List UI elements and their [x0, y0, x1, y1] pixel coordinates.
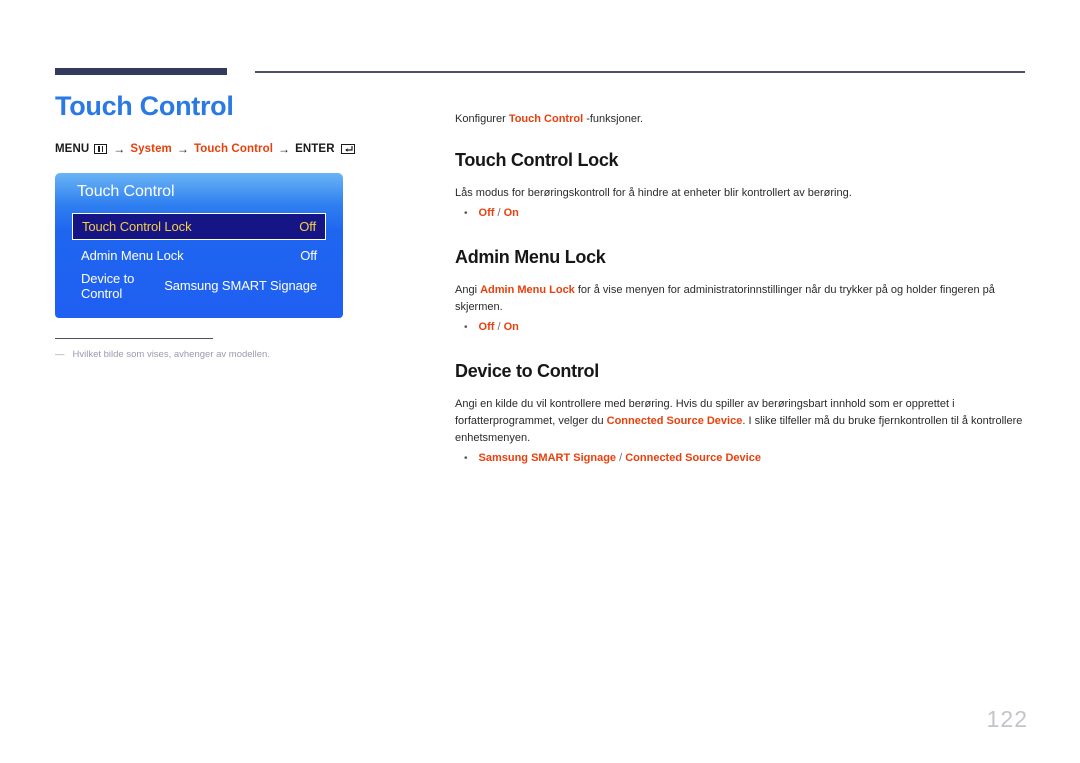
bullet-dot-icon: •: [464, 452, 468, 464]
bullet-separator: /: [494, 206, 504, 219]
body-emphasis: Connected Source Device: [606, 414, 743, 427]
footnote: ― Hvilket bilde som vises, avhenger av m…: [55, 348, 415, 361]
bullet-option-second: Connected Source Device: [625, 451, 761, 464]
menu-path-menu-label: MENU: [55, 142, 90, 155]
page-title: Touch Control: [55, 91, 234, 121]
header-rule-thin: [255, 71, 1025, 73]
osd-row-label: Touch Control Lock: [82, 218, 192, 234]
intro-paragraph: Konfigurer Touch Control -funksjoner.: [455, 111, 1027, 128]
body-emphasis: Admin Menu Lock: [480, 283, 575, 296]
enter-icon: [340, 143, 355, 154]
menu-path-arrow-2: →: [176, 141, 189, 156]
section-heading-touch-control-lock: Touch Control Lock: [455, 149, 619, 170]
intro-after: -funksjoner.: [583, 113, 644, 125]
section-heading-admin-menu-lock: Admin Menu Lock: [455, 246, 606, 267]
bullet-option-first: Samsung SMART Signage: [478, 451, 617, 464]
menu-path-enter-label: ENTER: [295, 142, 335, 155]
menu-path-breadcrumb: MENU → System → Touch Control → ENTER: [55, 142, 415, 156]
osd-row-admin-menu-lock[interactable]: Admin Menu Lock Off: [72, 244, 326, 268]
bullet-option-first: Off: [478, 206, 495, 219]
bullet-options: Samsung SMART Signage / Connected Source…: [479, 452, 761, 466]
bullet-separator: /: [494, 320, 504, 333]
intro-before: Konfigurer: [455, 113, 509, 125]
bullet-option-first: Off: [478, 320, 495, 333]
osd-panel: Touch Control Touch Control Lock Off Adm…: [55, 172, 343, 318]
menu-path-arrow-1: →: [113, 141, 126, 156]
footnote-dash: ―: [55, 349, 65, 361]
osd-row-device-to-control[interactable]: Device to Control Samsung SMART Signage: [72, 270, 326, 301]
bullet-dot-icon: •: [464, 321, 468, 333]
left-column: Touch Control MENU → System → Touch Cont…: [55, 91, 415, 361]
osd-row-value: Off: [299, 218, 316, 234]
section-body-device-to-control: Angi en kilde du vil kontrollere med ber…: [455, 396, 1027, 447]
bullet-options: Off / On: [479, 207, 519, 221]
menu-path-arrow-3: →: [278, 141, 291, 156]
bullet-device-to-control: • Samsung SMART Signage / Connected Sour…: [464, 452, 1027, 466]
menu-icon: [94, 143, 108, 154]
body-part: Lås modus for berøringskontroll for å hi…: [455, 186, 852, 199]
bullet-admin-menu-lock: • Off / On: [464, 321, 1027, 335]
bullet-options: Off / On: [479, 321, 519, 335]
bullet-option-second: On: [503, 320, 519, 333]
section-heading-device-to-control: Device to Control: [455, 360, 599, 381]
body-part: Angi: [455, 283, 481, 296]
osd-row-value: Off: [300, 248, 317, 264]
right-column: Konfigurer Touch Control -funksjoner. To…: [455, 100, 1027, 492]
osd-row-value: Samsung SMART Signage: [164, 278, 317, 294]
osd-row-list: Touch Control Lock Off Admin Menu Lock O…: [55, 212, 343, 301]
menu-path-system: System: [130, 142, 172, 155]
bullet-option-second: On: [503, 206, 519, 219]
osd-row-label: Device to Control: [81, 270, 135, 301]
section-body-admin-menu-lock: Angi Admin Menu Lock for å vise menyen f…: [455, 282, 1027, 316]
section-body-touch-control-lock: Lås modus for berøringskontroll for å hi…: [455, 185, 1027, 202]
bullet-separator: /: [616, 451, 626, 464]
footnote-text: Hvilket bilde som vises, avhenger av mod…: [72, 349, 270, 361]
osd-row-label: Admin Menu Lock: [81, 248, 184, 264]
intro-emphasis: Touch Control: [508, 113, 584, 125]
osd-row-touch-control-lock[interactable]: Touch Control Lock Off: [72, 212, 326, 240]
bullet-touch-control-lock: • Off / On: [464, 207, 1027, 221]
menu-path-touch-control: Touch Control: [194, 142, 274, 155]
header-rules: [55, 68, 1025, 76]
header-rule-thick: [55, 68, 227, 75]
page-number: 122: [986, 706, 1028, 732]
osd-panel-title: Touch Control: [77, 182, 175, 200]
footnote-rule: [55, 337, 213, 340]
bullet-dot-icon: •: [464, 207, 468, 219]
